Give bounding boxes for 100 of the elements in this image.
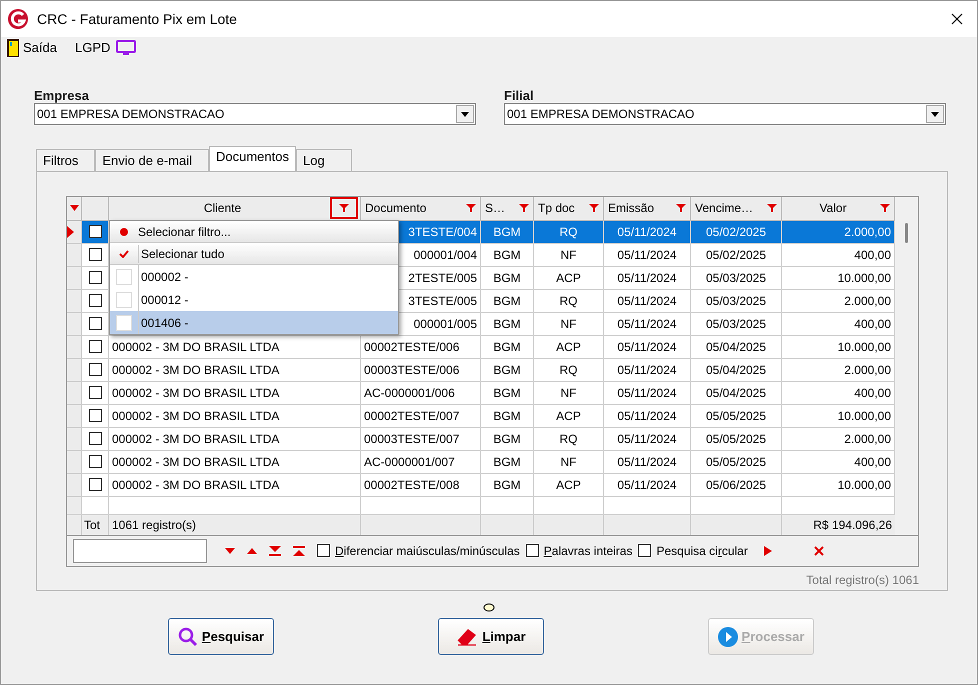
column-header[interactable]: Tp doc — [534, 197, 604, 221]
table-cell: 400,00 — [782, 450, 895, 474]
dot-icon — [120, 228, 128, 236]
column-header[interactable]: Valor — [782, 197, 895, 221]
option-checkbox[interactable]: Palavras inteiras — [526, 542, 632, 560]
table-cell — [82, 496, 109, 515]
field-label: Filial — [504, 87, 535, 103]
table-cell: RQ — [534, 358, 604, 382]
table-cell: BGM — [481, 290, 534, 313]
previous-icon[interactable] — [247, 546, 257, 555]
checkbox[interactable] — [88, 248, 102, 262]
popup-item[interactable]: Selecionar filtro... — [110, 221, 398, 243]
tab[interactable]: Envio de e-mail — [95, 149, 209, 171]
table-row[interactable]: 000002 - 3M DO BRASIL LTDA 00003TESTE/006 BGM RQ 05/11/2024 05/04/2025 2.000,00 — [67, 358, 895, 382]
column-header[interactable]: Documento — [361, 197, 481, 221]
checkbox[interactable] — [88, 432, 102, 446]
tab[interactable]: Log — [296, 149, 352, 171]
table-row[interactable]: 000002 - 3M DO BRASIL LTDA 00003TESTE/007 BGM RQ 05/11/2024 05/05/2025 2.000,00 — [67, 428, 895, 451]
table-cell — [534, 496, 604, 515]
search-field[interactable] — [73, 538, 207, 563]
table-cell: 05/05/2025 — [691, 404, 782, 428]
menu-caret-icon[interactable] — [70, 205, 78, 212]
filter-icon[interactable] — [339, 203, 349, 214]
table-row[interactable]: 000002 - 3M DO BRASIL LTDA 00002TESTE/008 BGM ACP 05/11/2024 05/06/2025 10.000,00 — [67, 474, 895, 497]
checkbox[interactable] — [88, 409, 102, 422]
filter-icon[interactable] — [519, 203, 529, 214]
table-cell: 05/11/2024 — [604, 266, 691, 290]
option-checkbox[interactable]: Diferenciar maiúsculas/minúsculas — [317, 542, 520, 560]
table-cell: 05/04/2025 — [691, 336, 782, 359]
table-cell: 00003TESTE/006 — [361, 358, 481, 382]
table-cell: NF — [534, 244, 604, 267]
table-cell: 400,00 — [782, 312, 895, 336]
column-header[interactable]: Vencime… — [691, 197, 782, 221]
lgpd-menu[interactable]: LGPD — [74, 38, 136, 58]
table-cell: 05/11/2024 — [604, 404, 691, 428]
table-row[interactable]: 000002 - 3M DO BRASIL LTDA AC-0000001/006 BGM NF 05/11/2024 05/04/2025 400,00 — [67, 382, 895, 405]
table-cell: 05/04/2025 — [691, 358, 782, 382]
dropdown-button[interactable] — [926, 105, 944, 123]
checkbox[interactable] — [88, 225, 102, 238]
filter-icon[interactable] — [767, 203, 777, 214]
speech-bubble-icon — [483, 603, 495, 612]
filter-icon[interactable] — [466, 203, 476, 214]
monitor-icon — [116, 40, 136, 56]
table-cell: BGM — [481, 450, 534, 474]
filter-icon[interactable] — [589, 203, 599, 214]
checkbox[interactable] — [88, 317, 102, 330]
filter-icon[interactable] — [676, 203, 686, 214]
popup-item[interactable]: 001406 - — [110, 311, 398, 334]
table-cell: BGM — [481, 244, 534, 267]
search-button[interactable]: Pesquisar — [168, 618, 274, 655]
filter-icon[interactable] — [880, 203, 890, 214]
checkbox[interactable] — [88, 386, 102, 400]
checkbox[interactable] — [88, 455, 102, 468]
checkbox[interactable] — [88, 478, 102, 492]
tab[interactable]: Documentos — [209, 146, 296, 171]
tab[interactable]: Filtros — [36, 149, 96, 171]
option-checkbox[interactable]: Pesquisa circular — [638, 542, 748, 560]
dropdown-button[interactable] — [456, 105, 474, 123]
column-header[interactable]: Cliente — [109, 197, 361, 221]
table-cell: 400,00 — [782, 244, 895, 267]
checkbox[interactable] — [88, 340, 102, 354]
checkbox[interactable] — [88, 271, 102, 284]
play-icon — [718, 626, 738, 646]
table-row[interactable]: 000002 - 3M DO BRASIL LTDA 00002TESTE/006 BGM ACP 05/11/2024 05/04/2025 10.000,00 — [67, 336, 895, 359]
filial-combo[interactable]: 001 EMPRESA DEMONSTRACAO — [504, 103, 946, 125]
table-cell: NF — [534, 312, 604, 336]
close-icon[interactable] — [951, 13, 963, 25]
door-icon — [7, 39, 19, 57]
column-header[interactable]: Emissão — [604, 197, 691, 221]
table-row[interactable]: 000002 - 3M DO BRASIL LTDA AC-0000001/007 BGM NF 05/11/2024 05/05/2025 400,00 — [67, 450, 895, 474]
column-header[interactable]: S… — [481, 197, 534, 221]
table-cell: 05/11/2024 — [604, 450, 691, 474]
scrollbar-thumb[interactable] — [905, 222, 908, 243]
table-cell: 10.000,00 — [782, 336, 895, 359]
table-cell: 05/06/2025 — [691, 474, 782, 497]
exit-menu[interactable]: Saída — [7, 38, 57, 58]
table-cell: RQ — [534, 290, 604, 313]
table-cell: 05/05/2025 — [691, 428, 782, 451]
checkbox[interactable] — [88, 363, 102, 376]
checkbox[interactable] — [88, 294, 102, 308]
first-icon[interactable] — [293, 546, 305, 556]
last-icon[interactable] — [269, 546, 281, 556]
popup-item[interactable]: Selecionar tudo — [110, 243, 398, 265]
table-cell: 05/03/2025 — [691, 290, 782, 313]
checkbox[interactable] — [526, 544, 539, 558]
play-icon[interactable] — [764, 546, 772, 556]
search-icon — [178, 626, 198, 646]
table-row[interactable]: 000002 - 3M DO BRASIL LTDA 00002TESTE/007 BGM ACP 05/11/2024 05/05/2025 10.000,00 — [67, 404, 895, 428]
table-cell: 05/11/2024 — [604, 358, 691, 382]
table-cell: ACP — [534, 474, 604, 497]
clear-button[interactable]: Limpar — [438, 618, 544, 655]
checkbox[interactable] — [317, 544, 330, 558]
table-cell: 000002 - 3M DO BRASIL LTDA — [109, 450, 361, 474]
total-sum: R$ 194.096,26 — [812, 516, 893, 534]
next-icon[interactable] — [225, 546, 235, 555]
row-header[interactable] — [67, 220, 82, 244]
table-cell: BGM — [481, 220, 534, 244]
empresa-combo[interactable]: 001 EMPRESA DEMONSTRACAO — [34, 103, 476, 125]
table-cell: 05/11/2024 — [604, 244, 691, 267]
checkbox[interactable] — [638, 544, 652, 558]
